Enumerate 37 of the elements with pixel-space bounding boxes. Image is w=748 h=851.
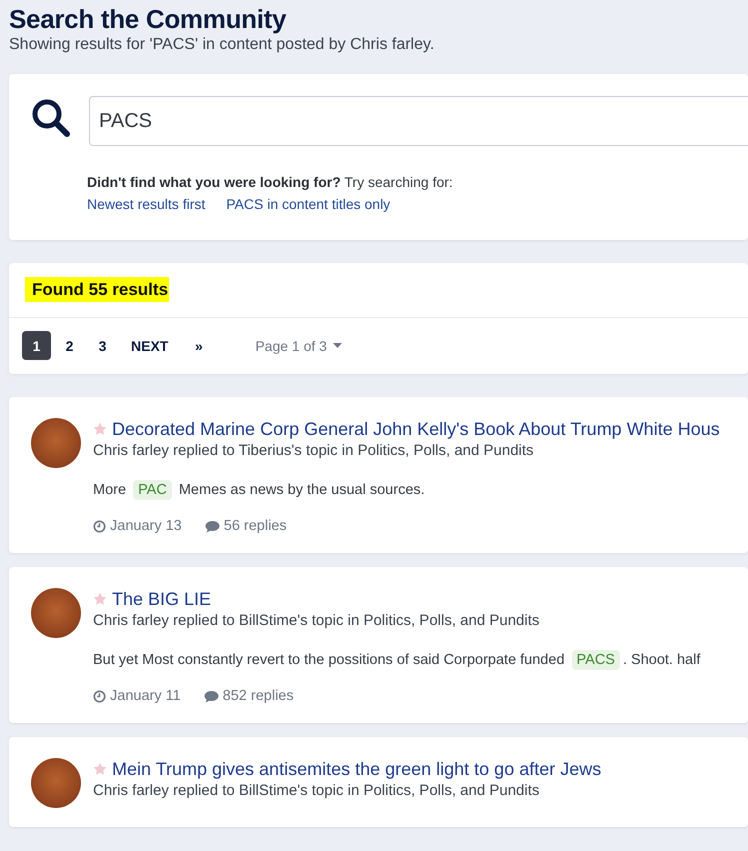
reply-count: 56 replies <box>204 518 287 534</box>
results-count: Found 55 results <box>25 277 170 302</box>
page-dropdown[interactable]: Page 1 of 3 <box>255 338 342 354</box>
star-icon[interactable] <box>93 592 107 606</box>
hint-text: Didn't find what you were looking for? Try searching for: <box>87 173 454 192</box>
topic-title-link[interactable]: Decorated Marine Corp General John Kelly's Book About Trump White Hous <box>112 418 720 440</box>
avatar <box>31 758 81 808</box>
speech-bubble-icon <box>204 690 219 702</box>
results-subtitle: Showing results for 'PACS' in content posted by Chris farley. <box>9 35 436 55</box>
star-icon[interactable] <box>93 762 107 776</box>
search-icon <box>31 98 71 138</box>
post-snippet: More PAC Memes as news by the usual sources. <box>93 479 426 502</box>
suggestion-link[interactable]: PACS in content titles only <box>226 193 390 215</box>
activity-text: Chris farley replied to Tiberius's topic in Politics, Polls, and Pundits <box>93 441 535 461</box>
suggestion-link[interactable]: Newest results first <box>87 193 206 215</box>
page-link[interactable]: 3 <box>88 331 117 360</box>
post-date: January 11 <box>93 688 181 704</box>
last-page-link[interactable]: » <box>184 331 214 360</box>
reply-count: 852 replies <box>204 688 294 704</box>
post-snippet: But yet Most constantly revert to the possitions of said Corporpate funded PACS . Shoot. half <box>93 649 700 672</box>
search-field[interactable]: PACS <box>89 96 748 146</box>
clock-icon <box>93 690 106 702</box>
post-date: January 13 <box>93 518 182 534</box>
speech-bubble-icon <box>204 520 220 532</box>
next-link[interactable]: NEXT <box>123 331 176 360</box>
topic-title-link[interactable]: Mein Trump gives antisemites the green light to go after Jews <box>112 758 602 780</box>
clock-icon <box>93 520 106 532</box>
avatar <box>31 588 81 638</box>
page-link[interactable]: 1 <box>22 331 51 360</box>
star-icon[interactable] <box>93 422 107 436</box>
activity-text: Chris farley replied to BillStime's topic in Politics, Polls, and Pundits <box>93 611 540 631</box>
activity-text: Chris farley replied to BillStime's topic in Politics, Polls, and Pundits <box>93 781 540 801</box>
caret-icon <box>332 343 342 348</box>
page-title: Search the Community <box>9 4 288 34</box>
topic-title-link[interactable]: The BIG LIE <box>112 588 212 610</box>
page-link[interactable]: 2 <box>55 331 84 360</box>
avatar <box>31 418 81 468</box>
